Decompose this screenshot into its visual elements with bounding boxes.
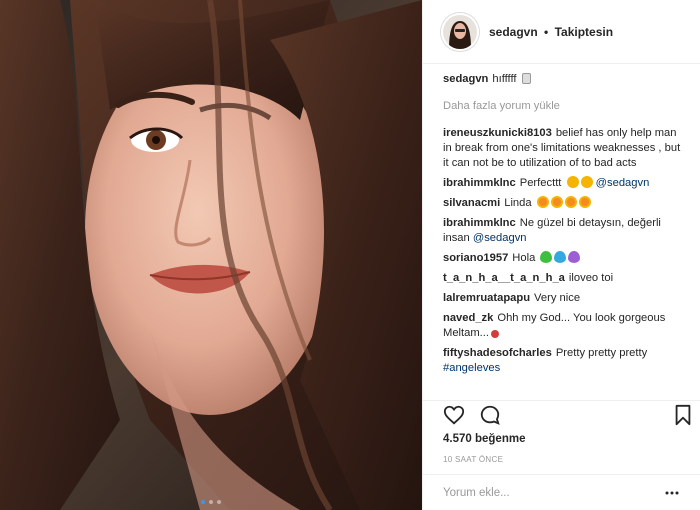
comment-item: lalremruatapapu Very nice xyxy=(443,291,682,306)
carousel-indicator xyxy=(0,500,422,504)
comment-item: silvanacmi Linda xyxy=(443,196,682,211)
purple-heart-icon xyxy=(568,251,581,263)
comment-text: Very nice xyxy=(534,292,581,304)
comment-text: iloveo toi xyxy=(568,272,614,284)
caption-username[interactable]: sedagvn xyxy=(443,73,488,85)
person-icon xyxy=(580,176,593,188)
comment-form xyxy=(423,474,700,510)
comment-username[interactable]: ibrahimmklnc xyxy=(443,177,516,189)
comment-username[interactable]: fiftyshadesofcharles xyxy=(443,347,552,359)
heart-eyes-emoji-icon xyxy=(536,196,549,208)
comment-username[interactable]: ireneuszkunicki8103 xyxy=(443,127,552,139)
comments-list: sedagvn hıfffff Daha fazla yorum yükle ir… xyxy=(423,64,700,400)
follow-status[interactable]: Takiptesin xyxy=(555,25,613,39)
comment-item: t_a_n_h_a__t_a_n_h_a iloveo toi xyxy=(443,271,682,286)
blue-heart-icon xyxy=(554,251,567,263)
heart-eyes-emoji-icon xyxy=(550,196,563,208)
comment-text: Hola xyxy=(512,252,536,264)
carousel-dot-3[interactable] xyxy=(217,500,221,504)
red-heart-icon xyxy=(491,330,500,338)
comment-username[interactable]: t_a_n_h_a__t_a_n_h_a xyxy=(443,272,565,284)
portrait-image xyxy=(0,0,422,510)
comment-hashtag[interactable]: #angeleves xyxy=(443,362,500,374)
comment-username[interactable]: ibrahimmklnc xyxy=(443,217,516,229)
post-photo[interactable] xyxy=(0,0,422,510)
comment-item: fiftyshadesofcharles Pretty pretty pretty… xyxy=(443,346,682,376)
header-separator: • xyxy=(544,24,549,39)
post-caption: sedagvn hıfffff xyxy=(443,72,682,87)
comment-item: ibrahimmklnc Ne güzel bi detaysın, değerl… xyxy=(443,216,682,246)
comment-item: soriano1957 Hola xyxy=(443,251,682,266)
unknown-glyph-icon xyxy=(521,73,531,84)
post-actions xyxy=(423,400,700,428)
bookmark-icon[interactable] xyxy=(673,404,697,428)
green-heart-icon xyxy=(540,251,553,263)
comment-item: ireneuszkunicki8103 belief has only help … xyxy=(443,126,682,171)
post-header: sedagvn • Takiptesin xyxy=(423,0,700,64)
comment-username[interactable]: naved_zk xyxy=(443,312,493,324)
header-username[interactable]: sedagvn xyxy=(489,25,538,39)
header-text: sedagvn • Takiptesin xyxy=(489,25,613,39)
carousel-dot-1[interactable] xyxy=(201,500,205,504)
like-count[interactable]: 4.570 beğenme xyxy=(443,433,525,445)
post-sidebar: sedagvn • Takiptesin sedagvn hıfffff Daha… xyxy=(422,0,700,510)
comment-text: Linda xyxy=(504,197,532,209)
comment-mention[interactable]: @sedagvn xyxy=(596,177,650,189)
post-timestamp: 10 SAAT ÖNCE xyxy=(443,455,504,464)
thumbs-up-icon xyxy=(566,176,579,188)
load-more-comments-link[interactable]: Daha fazla yorum yükle xyxy=(443,99,682,114)
comment-username[interactable]: lalremruatapapu xyxy=(443,292,530,304)
comment-username[interactable]: soriano1957 xyxy=(443,252,508,264)
caption-text: hıfffff xyxy=(492,73,517,85)
more-options-icon[interactable] xyxy=(664,485,680,501)
comment-mention[interactable]: @sedagvn xyxy=(473,232,527,244)
carousel-dot-2[interactable] xyxy=(209,500,213,504)
heart-eyes-emoji-icon xyxy=(564,196,577,208)
heart-icon[interactable] xyxy=(443,404,467,428)
comment-input[interactable] xyxy=(443,486,664,499)
profile-avatar[interactable] xyxy=(441,12,479,51)
comment-item: ibrahimmklnc Perfecttt @sedagvn xyxy=(443,176,682,191)
comment-icon[interactable] xyxy=(479,404,503,428)
comment-text: Perfecttt xyxy=(519,177,562,189)
heart-eyes-emoji-icon xyxy=(578,196,591,208)
comment-username[interactable]: silvanacmi xyxy=(443,197,500,209)
comment-item: naved_zk Ohh my God... You look gorgeous … xyxy=(443,311,682,341)
comment-text: Pretty pretty pretty xyxy=(555,347,648,359)
